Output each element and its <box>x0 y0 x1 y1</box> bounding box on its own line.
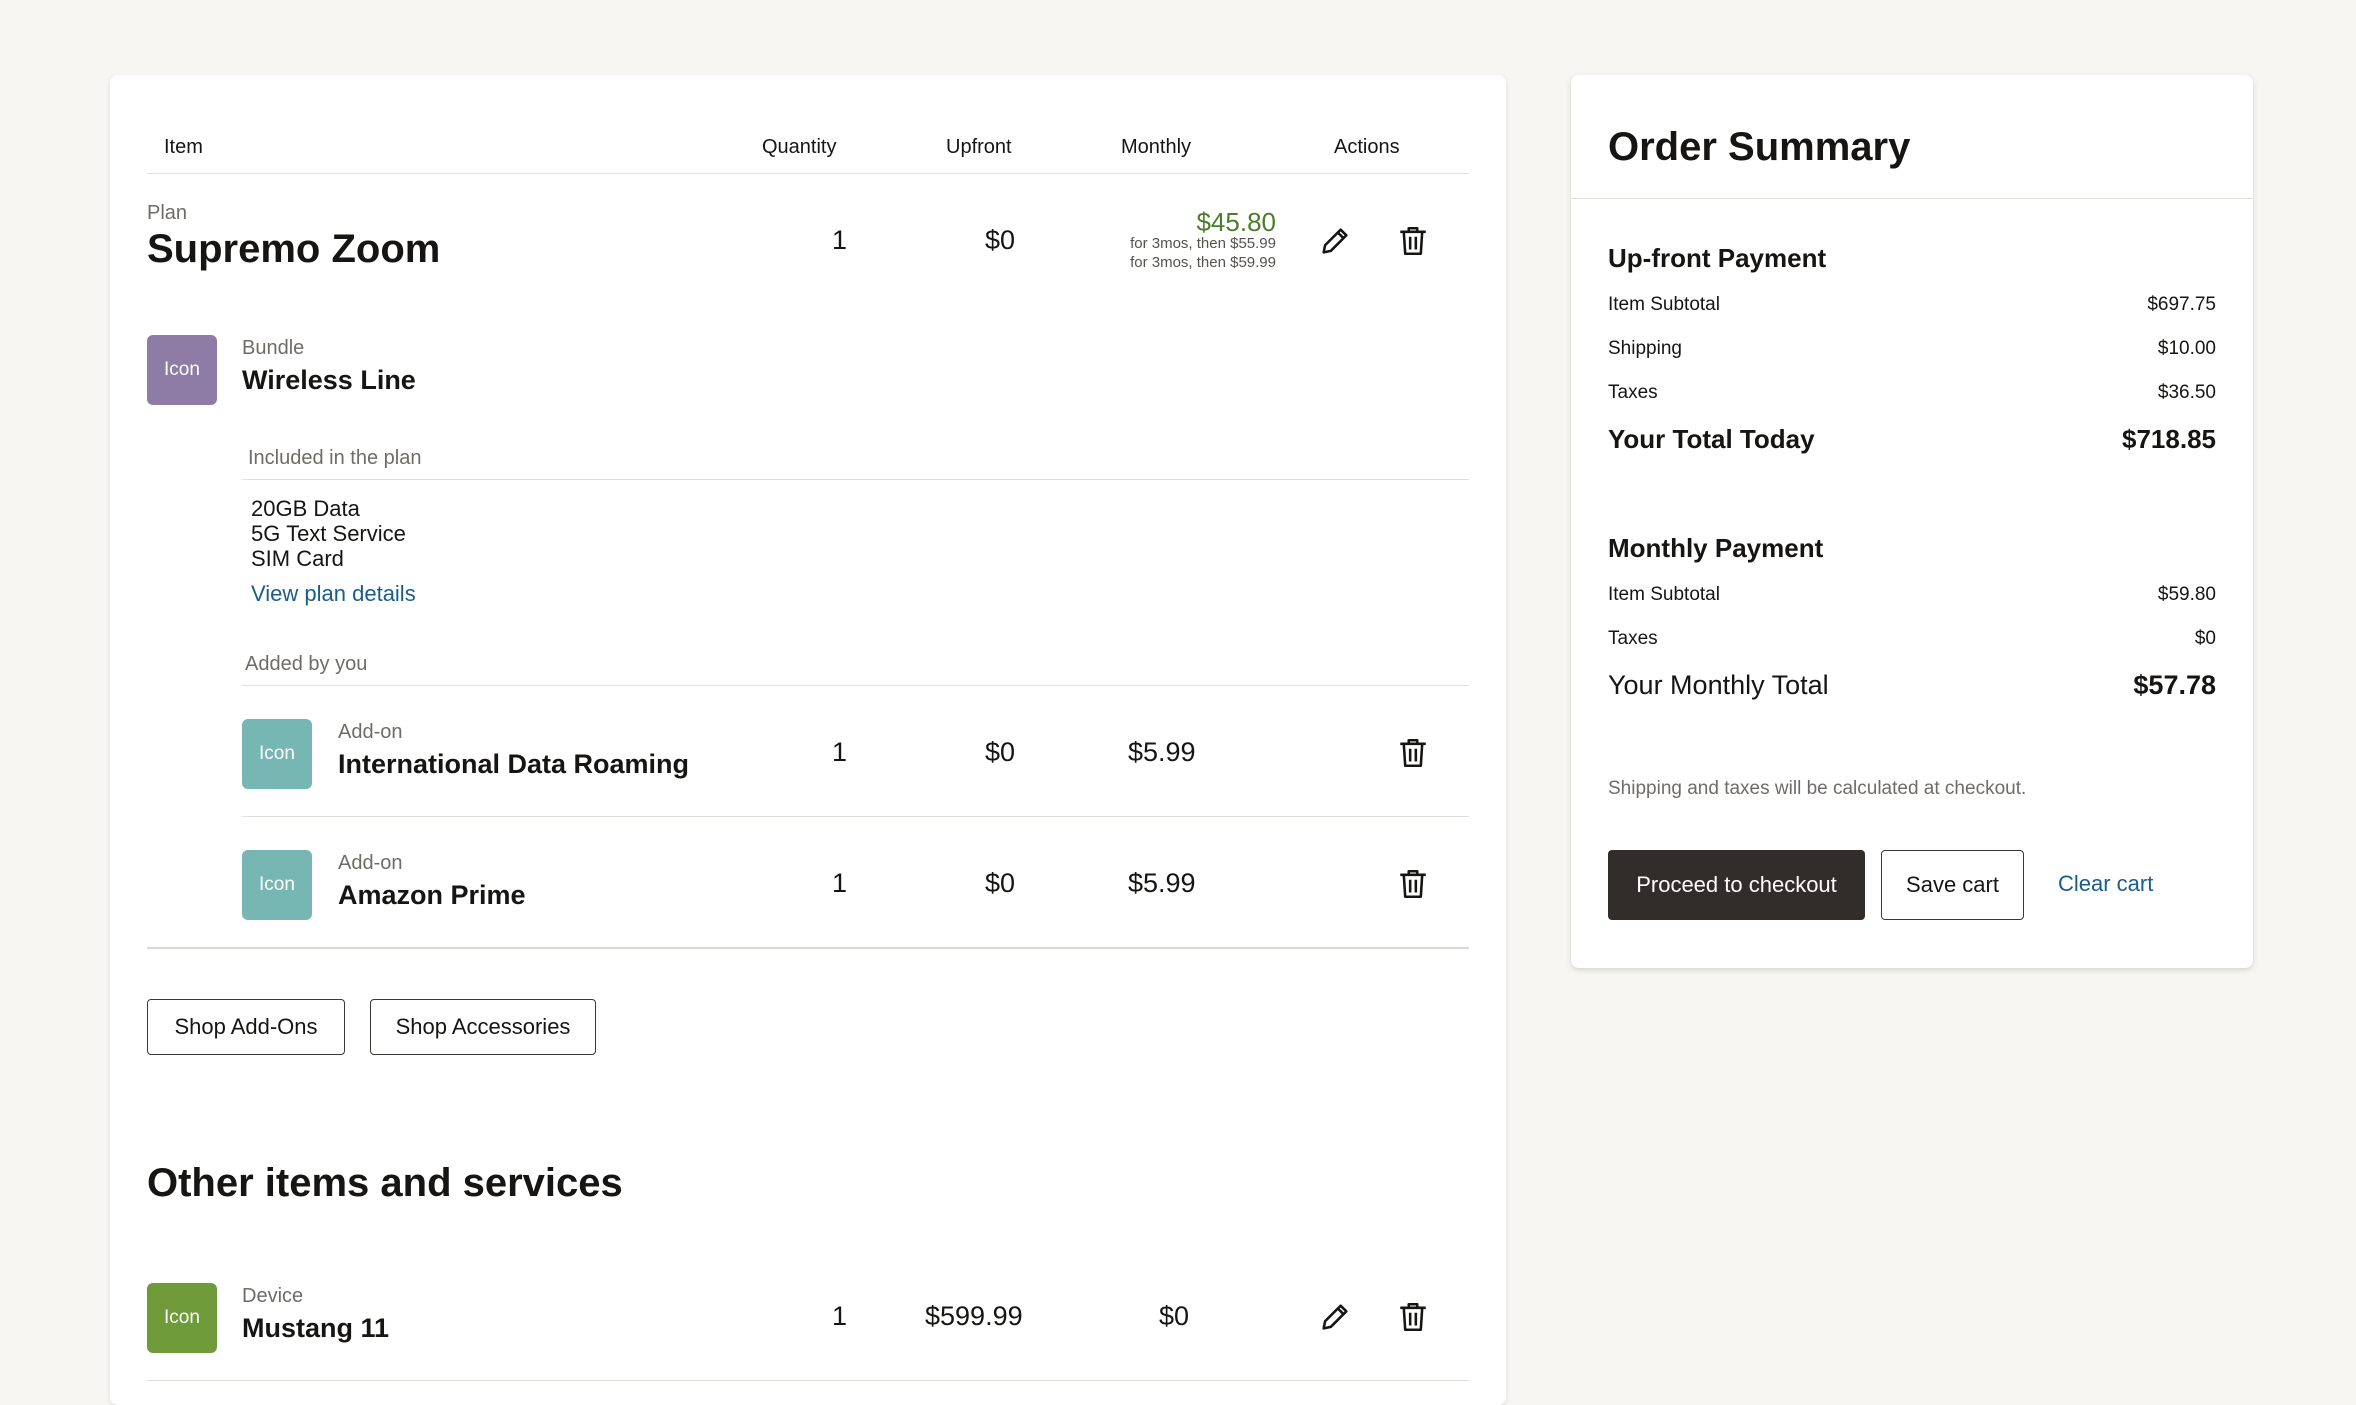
clear-cart-link[interactable]: Clear cart <box>2058 871 2153 897</box>
included-item: 5G Text Service <box>251 521 406 546</box>
device-icon: Icon <box>147 1283 217 1353</box>
device-category: Device <box>242 1285 304 1307</box>
bundle-name: Wireless Line <box>242 365 416 395</box>
addon-monthly: $5.99 <box>1128 868 1196 898</box>
addon-quantity: 1 <box>832 737 848 767</box>
device-name: Mustang 11 <box>242 1313 390 1343</box>
bundle-category: Bundle <box>242 337 305 359</box>
addon-upfront: $0 <box>985 737 1016 767</box>
monthly-taxes-value: $0 <box>2194 628 2216 649</box>
total-today-value: $718.85 <box>2122 424 2216 454</box>
proceed-to-checkout-button[interactable]: Proceed to checkout <box>1608 850 1865 920</box>
view-plan-details-link[interactable]: View plan details <box>251 581 416 607</box>
other-items-heading: Other items and services <box>147 1161 623 1205</box>
plan-upfront: $0 <box>985 225 1016 255</box>
plan-name: Supremo Zoom <box>147 227 441 271</box>
plan-group-divider <box>147 947 1469 949</box>
addon-upfront: $0 <box>985 868 1016 898</box>
header-divider <box>147 173 1469 174</box>
addon-category: Add-on <box>338 721 403 743</box>
device-monthly: $0 <box>1159 1301 1190 1331</box>
upfront-taxes-label: Taxes <box>1608 382 1658 403</box>
plan-category: Plan <box>147 202 188 224</box>
addon-icon: Icon <box>242 719 312 789</box>
monthly-total-value: $57.78 <box>2133 670 2216 700</box>
upfront-item-subtotal-label: Item Subtotal <box>1608 294 1720 315</box>
delete-addon-trash-icon[interactable] <box>1396 867 1430 901</box>
col-header-upfront: Upfront <box>946 136 1012 158</box>
col-header-item: Item <box>164 136 203 158</box>
device-upfront: $599.99 <box>925 1301 1023 1331</box>
shop-accessories-button[interactable]: Shop Accessories <box>370 999 596 1055</box>
shipping-label: Shipping <box>1608 338 1682 359</box>
upfront-heading: Up-front Payment <box>1608 243 1827 273</box>
addon-icon: Icon <box>242 850 312 920</box>
save-cart-button[interactable]: Save cart <box>1881 850 2024 920</box>
cart-panel: Item Quantity Upfront Monthly Actions Pl… <box>110 75 1506 1405</box>
summary-title-divider <box>1571 198 2253 199</box>
included-heading: Included in the plan <box>248 447 422 469</box>
col-header-actions: Actions <box>1334 136 1400 158</box>
monthly-heading: Monthly Payment <box>1608 533 1824 563</box>
monthly-total-label: Your Monthly Total <box>1608 670 1829 700</box>
plan-quantity: 1 <box>832 225 848 255</box>
order-summary-panel: Order Summary Up-front Payment Item Subt… <box>1571 75 2253 968</box>
upfront-taxes-value: $36.50 <box>2157 382 2216 403</box>
delete-device-trash-icon[interactable] <box>1396 1300 1430 1334</box>
monthly-item-subtotal-label: Item Subtotal <box>1608 584 1720 605</box>
shop-addons-button[interactable]: Shop Add-Ons <box>147 999 345 1055</box>
monthly-item-subtotal-value: $59.80 <box>2157 584 2216 605</box>
upfront-item-subtotal-value: $697.75 <box>2147 294 2216 315</box>
added-divider <box>242 685 1469 686</box>
plan-monthly: $45.80 <box>1196 207 1276 237</box>
device-quantity: 1 <box>832 1301 848 1331</box>
monthly-taxes-label: Taxes <box>1608 628 1658 649</box>
edit-device-pencil-icon[interactable] <box>1318 1300 1352 1334</box>
included-item: 20GB Data <box>251 496 360 521</box>
edit-plan-pencil-icon[interactable] <box>1318 224 1352 258</box>
added-by-you-heading: Added by you <box>245 653 368 675</box>
addon-monthly: $5.99 <box>1128 737 1196 767</box>
checkout-note: Shipping and taxes will be calculated at… <box>1608 778 2027 799</box>
addon-category: Add-on <box>338 852 403 874</box>
col-header-monthly: Monthly <box>1121 136 1192 158</box>
row-divider <box>242 816 1469 817</box>
order-summary-title: Order Summary <box>1608 125 1911 169</box>
shipping-value: $10.00 <box>2157 338 2216 359</box>
addon-name: International Data Roaming <box>338 749 690 779</box>
plan-monthly-note-2: for 3mos, then $59.99 <box>1130 254 1276 271</box>
delete-plan-trash-icon[interactable] <box>1396 224 1430 258</box>
bundle-icon: Icon <box>147 335 217 405</box>
included-item: SIM Card <box>251 546 344 571</box>
row-divider <box>147 1380 1469 1381</box>
addon-name: Amazon Prime <box>338 880 526 910</box>
total-today-label: Your Total Today <box>1608 424 1815 454</box>
addon-quantity: 1 <box>832 868 848 898</box>
col-header-quantity: Quantity <box>762 136 837 158</box>
included-divider <box>242 479 1469 480</box>
delete-addon-trash-icon[interactable] <box>1396 736 1430 770</box>
plan-monthly-note-1: for 3mos, then $55.99 <box>1130 235 1276 252</box>
